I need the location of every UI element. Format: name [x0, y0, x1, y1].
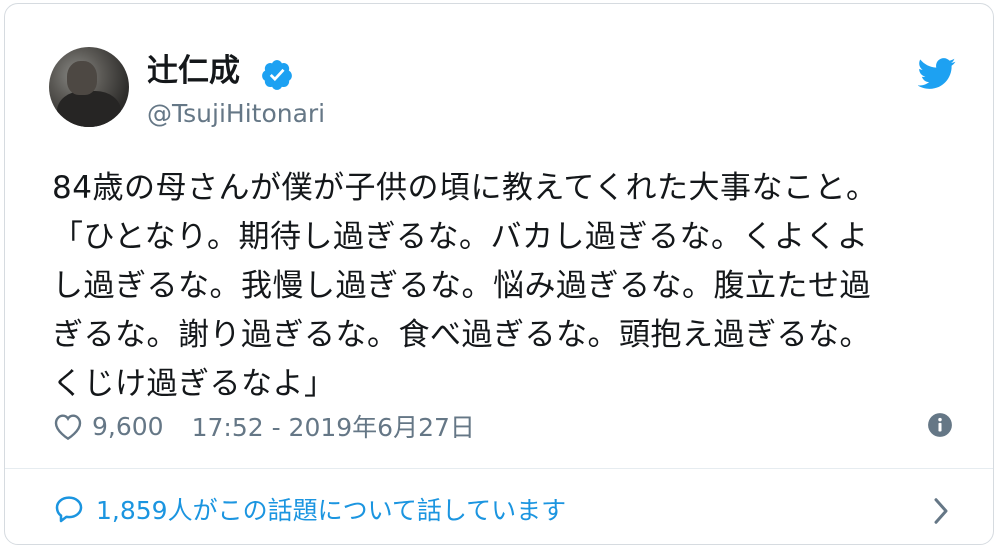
chevron-right-icon[interactable] — [931, 496, 951, 526]
avatar[interactable] — [49, 47, 129, 127]
user-handle[interactable]: @TsujiHitonari — [147, 97, 325, 131]
like-count[interactable]: 9,600 — [92, 412, 164, 441]
speech-bubble-icon — [55, 496, 83, 523]
tweet-meta: 9,600 17:52 - 2019年6月27日 — [52, 406, 475, 446]
divider — [5, 468, 993, 469]
heart-icon[interactable] — [52, 411, 84, 441]
conversation-text: 1,859人がこの話題について話しています — [96, 496, 567, 525]
twitter-bird-icon[interactable] — [918, 57, 956, 89]
display-name[interactable]: 辻仁成 — [147, 51, 240, 91]
info-icon[interactable] — [927, 412, 953, 438]
verified-badge-icon — [262, 60, 292, 90]
tweet-timestamp[interactable]: 17:52 - 2019年6月27日 — [192, 408, 475, 444]
tweet-card: 辻仁成 @TsujiHitonari 84歳の母さんが僕が子供の頃に教えてくれた… — [4, 3, 994, 545]
tweet-text: 84歳の母さんが僕が子供の頃に教えてくれた大事なこと。 「ひとなり。期待し過ぎる… — [52, 170, 878, 402]
conversation-link[interactable]: 1,859人がこの話題について話しています — [52, 489, 566, 529]
